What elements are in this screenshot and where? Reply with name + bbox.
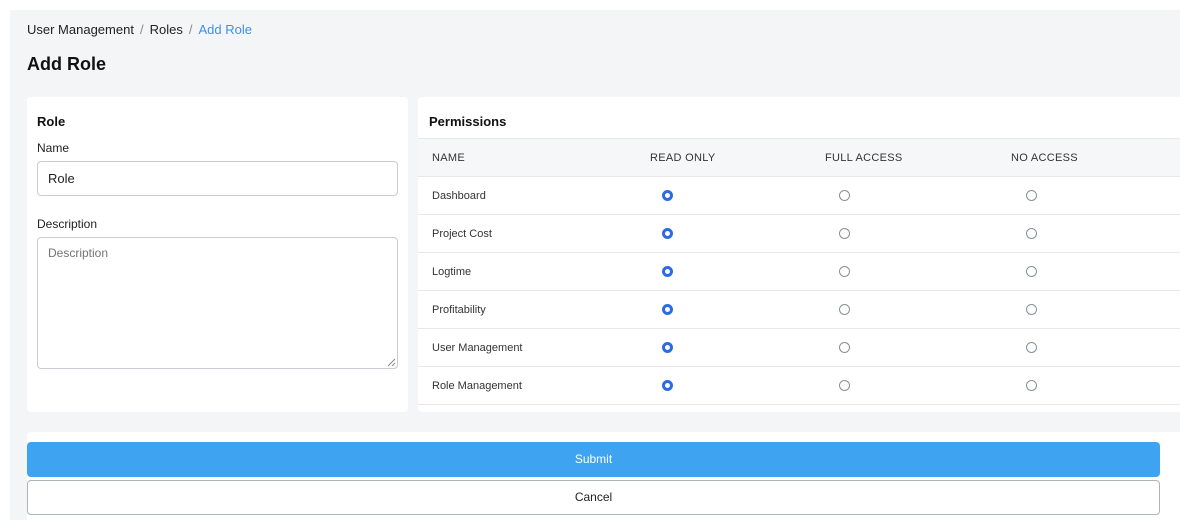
- role-card: Role Name Description: [27, 97, 408, 412]
- radio-unchecked-icon[interactable]: [839, 380, 850, 392]
- role-card-title: Role: [37, 114, 66, 129]
- permission-name: Logtime: [418, 252, 650, 291]
- radio-unchecked-icon[interactable]: [1026, 266, 1037, 278]
- radio-checked-icon[interactable]: [662, 228, 673, 240]
- permission-name: Role Management: [418, 366, 650, 405]
- permission-name: Profitability: [418, 290, 650, 329]
- table-row: User Management: [418, 328, 1180, 367]
- radio-unchecked-icon[interactable]: [1026, 228, 1037, 240]
- table-row: Logtime: [418, 252, 1180, 291]
- table-row: Dashboard: [418, 176, 1180, 215]
- radio-unchecked-icon[interactable]: [839, 342, 850, 354]
- radio-unchecked-icon[interactable]: [839, 304, 850, 316]
- radio-checked-icon[interactable]: [662, 380, 673, 392]
- radio-checked-icon[interactable]: [662, 304, 673, 316]
- permission-name: User Management: [418, 328, 650, 367]
- permission-name: Project Cost: [418, 214, 650, 253]
- radio-checked-icon[interactable]: [662, 266, 673, 278]
- radio-unchecked-icon[interactable]: [1026, 380, 1037, 392]
- name-input[interactable]: [37, 161, 398, 196]
- top-strip: [0, 0, 1180, 10]
- permissions-card: Permissions NAME READ ONLY FULL ACCESS N…: [418, 97, 1180, 412]
- permissions-header-row: NAME READ ONLY FULL ACCESS NO ACCESS: [418, 138, 1180, 177]
- radio-unchecked-icon[interactable]: [1026, 304, 1037, 316]
- column-header-read-only: READ ONLY: [650, 138, 825, 177]
- table-row: Profitability: [418, 290, 1180, 329]
- permissions-table: NAME READ ONLY FULL ACCESS NO ACCESS Das…: [418, 138, 1180, 405]
- column-header-full-access: FULL ACCESS: [825, 138, 1011, 177]
- page-title: Add Role: [27, 54, 106, 74]
- column-header-name: NAME: [418, 138, 650, 177]
- breadcrumb-roles[interactable]: Roles: [150, 22, 183, 37]
- radio-unchecked-icon[interactable]: [839, 228, 850, 240]
- radio-checked-icon[interactable]: [662, 342, 673, 354]
- breadcrumb-separator: /: [188, 22, 193, 37]
- breadcrumb: User Management / Roles / Add Role: [27, 22, 252, 37]
- radio-unchecked-icon[interactable]: [1026, 342, 1037, 354]
- radio-checked-icon[interactable]: [662, 190, 673, 202]
- description-label: Description: [37, 217, 98, 231]
- breadcrumb-separator: /: [139, 22, 144, 37]
- breadcrumb-user-management[interactable]: User Management: [27, 22, 134, 37]
- column-header-no-access: NO ACCESS: [1011, 138, 1180, 177]
- breadcrumb-current: Add Role: [198, 22, 252, 37]
- table-row: Project Cost: [418, 214, 1180, 253]
- description-input[interactable]: [37, 237, 398, 369]
- resize-handle-icon[interactable]: [387, 358, 396, 367]
- radio-unchecked-icon[interactable]: [1026, 190, 1037, 202]
- radio-unchecked-icon[interactable]: [839, 266, 850, 278]
- table-row: Role Management: [418, 366, 1180, 405]
- radio-unchecked-icon[interactable]: [839, 190, 850, 202]
- permissions-title: Permissions: [429, 114, 507, 129]
- permission-name: Dashboard: [418, 176, 650, 215]
- submit-button[interactable]: Submit: [27, 442, 1160, 477]
- name-label: Name: [37, 141, 70, 155]
- cancel-button[interactable]: Cancel: [27, 480, 1160, 515]
